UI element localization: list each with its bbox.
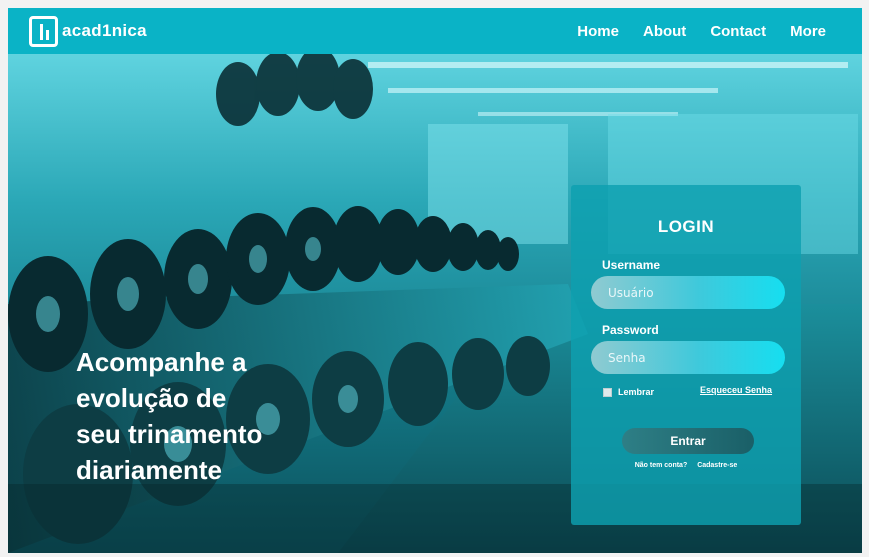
nav-more-link[interactable]: More (790, 23, 826, 40)
remember-me[interactable]: Lembrar (603, 387, 654, 397)
no-account-text: Não tem conta? (634, 462, 688, 469)
password-input[interactable] (591, 341, 785, 374)
checkbox-icon[interactable] (603, 387, 612, 397)
hero-section: Acompanhe a evolução de seu trinamento d… (8, 54, 862, 553)
nav-home-link[interactable]: Home (577, 23, 619, 40)
login-title: LOGIN (657, 217, 715, 236)
login-submit-button[interactable]: Entrar (622, 428, 754, 454)
tagline-line-3: seu trinamento (76, 419, 263, 449)
signup-link[interactable]: Cadastre-se (697, 462, 737, 469)
top-navbar: acad1nica Home About Contact More (8, 8, 862, 54)
tagline-line-2: evolução de (76, 383, 227, 413)
main-nav: Home About Contact More (553, 8, 826, 54)
username-label: Username (602, 258, 661, 272)
nav-about-link[interactable]: About (643, 23, 686, 40)
logo-text: acad1nica (62, 21, 147, 40)
password-label: Password (602, 323, 659, 337)
remember-label: Lembrar (618, 387, 655, 397)
signup-prompt: Não tem conta? Cadastre-se (571, 462, 801, 469)
app-frame: acad1nica Home About Contact More Acompa… (8, 8, 862, 553)
hero-tagline: Acompanhe a evolução de seu trinamento d… (76, 344, 336, 488)
login-card: LOGIN Username Password Lembrar Esqueceu… (571, 185, 801, 525)
logo[interactable]: acad1nica (29, 15, 147, 47)
username-input[interactable] (591, 276, 785, 309)
forgot-password-link[interactable]: Esqueceu Senha (700, 385, 772, 395)
tagline-line-4: diariamente (76, 455, 222, 485)
tagline-line-1: Acompanhe a (76, 347, 247, 377)
nav-contact-link[interactable]: Contact (710, 23, 766, 40)
logo-mark-icon (29, 15, 58, 47)
